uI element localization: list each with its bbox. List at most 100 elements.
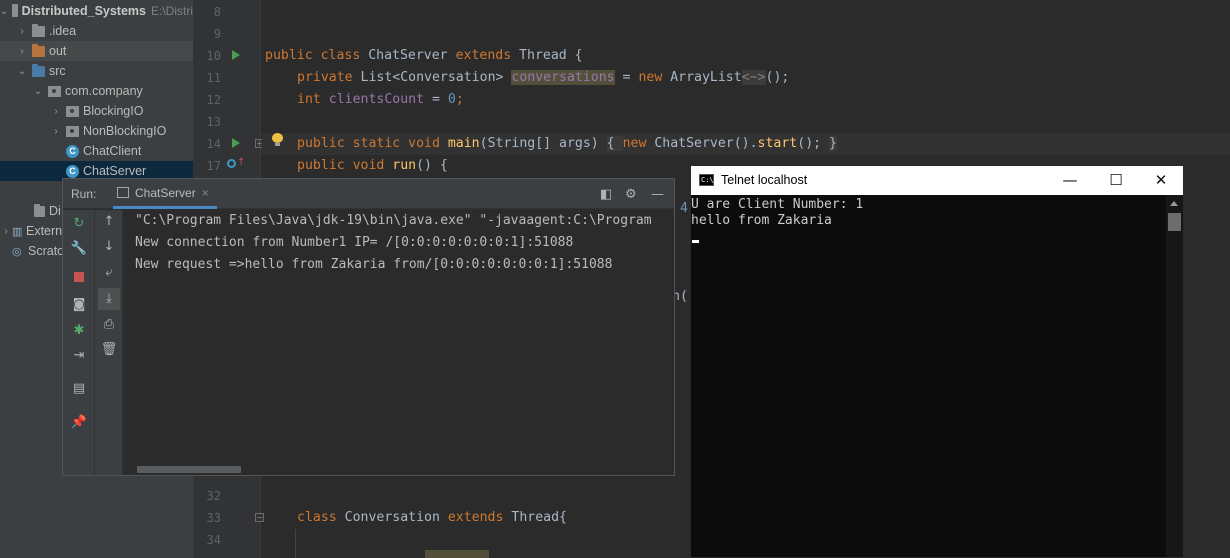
tab-label: ChatServer	[135, 185, 196, 200]
close-button[interactable]: ✕	[1151, 170, 1171, 190]
override-marker-icon[interactable]	[227, 159, 236, 168]
rerun-icon[interactable]: ↻	[70, 215, 88, 233]
chevron-right-icon[interactable]: ›	[50, 106, 62, 117]
tree-item-project-root[interactable]: ⌄ Distributed_Systems E:\Distri	[0, 1, 193, 21]
print-icon[interactable]: ⎙	[100, 316, 118, 334]
line-number: 33	[206, 511, 221, 525]
tree-item-chatclient[interactable]: C ChatClient	[0, 141, 193, 161]
line-number: 34	[206, 533, 221, 547]
horizontal-scrollbar[interactable]	[137, 466, 241, 473]
code-fragment: 4	[680, 201, 688, 216]
chevron-right-icon[interactable]: ›	[0, 226, 12, 237]
lightbulb-icon[interactable]	[272, 133, 283, 146]
chevron-down-icon[interactable]: ⌄	[32, 86, 44, 97]
tree-item-src[interactable]: ⌄ src	[0, 61, 193, 81]
code-token: main	[447, 136, 480, 151]
project-folder-icon	[12, 3, 19, 17]
line-number: 12	[206, 93, 221, 107]
minimize-button[interactable]: —	[1060, 170, 1080, 190]
tree-item-label: .idea	[49, 24, 77, 38]
code-token: new	[638, 70, 671, 85]
console-line: U are Client Number: 1	[691, 197, 864, 212]
override-arrow-icon: ↑	[237, 157, 246, 168]
code-token: run	[392, 158, 417, 173]
minimize-icon[interactable]: —	[651, 187, 664, 202]
tree-item-nonblockingio[interactable]: › NonBlockingIO	[0, 121, 193, 141]
code-token: int	[297, 92, 329, 107]
tree-item-blockingio[interactable]: › BlockingIO	[0, 101, 193, 121]
layout-grid-icon[interactable]: ▤	[70, 380, 88, 398]
console-output[interactable]: "C:\Program Files\Java\jdk-19\bin\java.e…	[125, 210, 674, 475]
chevron-right-icon[interactable]: ›	[16, 46, 28, 57]
soft-wrap-icon[interactable]: ⤶	[100, 264, 118, 282]
tree-item-com-company[interactable]: ⌄ com.company	[0, 81, 193, 101]
maximize-button[interactable]: ☐	[1106, 170, 1126, 190]
console-toolbar: ↑ ↓ ⤶ ⤓ ⎙ 🗑	[95, 210, 123, 475]
code-token: start	[757, 136, 798, 151]
layout-icon[interactable]: ◧	[600, 187, 612, 202]
folder-icon	[32, 23, 45, 37]
scroll-to-end-icon[interactable]: ⤓	[98, 288, 120, 310]
line-number: 32	[206, 489, 221, 503]
run-tool-window: Run: ChatServer × ◧ ⚙ — ↻ 🔧 ◙ ✱ ⇥ ▤ 📌 ↑ …	[62, 178, 675, 476]
code-token: ChatServer	[368, 48, 456, 63]
code-line-17: public void run() {	[297, 155, 448, 177]
line-number: 10	[206, 49, 221, 63]
code-token: conversations	[511, 70, 615, 85]
library-icon: ▥	[12, 225, 23, 238]
cmd-icon: C:\	[699, 174, 714, 186]
vertical-scrollbar[interactable]	[1166, 195, 1183, 557]
line-number: 17	[206, 159, 221, 173]
tree-item-label: Distributed_Systems	[21, 4, 146, 18]
code-token: () {	[416, 158, 448, 173]
chevron-down-icon[interactable]: ⌄	[0, 6, 8, 17]
run-main-icon[interactable]	[232, 138, 240, 148]
wrench-icon[interactable]: 🔧	[70, 240, 88, 258]
code-token: public void	[297, 158, 393, 173]
console-line: "C:\Program Files\Java\jdk-19\bin\java.e…	[135, 213, 652, 228]
text-cursor	[692, 240, 699, 243]
scrollbar-thumb[interactable]	[1168, 213, 1181, 231]
chevron-right-icon[interactable]: ›	[50, 126, 62, 137]
telnet-title-bar[interactable]: C:\ Telnet localhost — ☐ ✕	[691, 166, 1183, 195]
stop-icon[interactable]	[70, 270, 88, 288]
telnet-console[interactable]: U are Client Number: 1 hello from Zakari…	[691, 195, 1166, 557]
chevron-right-icon[interactable]: ›	[16, 26, 28, 37]
chevron-down-icon[interactable]: ⌄	[16, 66, 28, 77]
code-token: ArrayList	[670, 70, 742, 85]
code-token: class	[297, 510, 345, 525]
indent-guide	[295, 529, 296, 558]
line-number: 9	[213, 27, 221, 41]
line-number: 14	[206, 137, 221, 151]
trash-icon[interactable]: 🗑	[100, 341, 118, 359]
code-line-14: public static void main(String[] args) {…	[297, 133, 837, 155]
camera-icon[interactable]: ◙	[70, 296, 88, 314]
code-line-11: private List<Conversation> conversations…	[297, 67, 789, 89]
package-icon	[66, 125, 79, 137]
java-class-icon: C	[66, 144, 79, 158]
source-folder-icon	[32, 63, 45, 77]
login-icon[interactable]: ⇥	[70, 347, 88, 365]
scroll-up-icon[interactable]	[1170, 201, 1178, 206]
code-token: public class	[265, 48, 369, 63]
tree-item-idea[interactable]: › .idea	[0, 21, 193, 41]
line-number: 8	[213, 5, 221, 19]
run-title: Run:	[71, 187, 97, 201]
code-token: extends	[447, 510, 512, 525]
run-class-icon[interactable]	[232, 50, 240, 60]
highlighted-token	[425, 550, 489, 558]
code-token: new	[622, 136, 655, 151]
tree-item-label: NonBlockingIO	[83, 124, 167, 138]
tree-item-label: ChatServer	[83, 164, 147, 178]
down-arrow-icon[interactable]: ↓	[100, 238, 118, 256]
tree-item-label: out	[49, 44, 67, 58]
tree-item-out[interactable]: › out	[0, 41, 193, 61]
debug-icon[interactable]: ✱	[70, 322, 88, 340]
pin-icon[interactable]: 📌	[70, 414, 88, 432]
tree-item-label: src	[49, 64, 66, 78]
close-icon[interactable]: ×	[202, 186, 209, 200]
tree-item-label: Extern	[26, 224, 63, 238]
up-arrow-icon[interactable]: ↑	[100, 213, 118, 231]
gear-icon[interactable]: ⚙	[625, 187, 637, 202]
tab-chatserver[interactable]: ChatServer ×	[113, 179, 217, 209]
